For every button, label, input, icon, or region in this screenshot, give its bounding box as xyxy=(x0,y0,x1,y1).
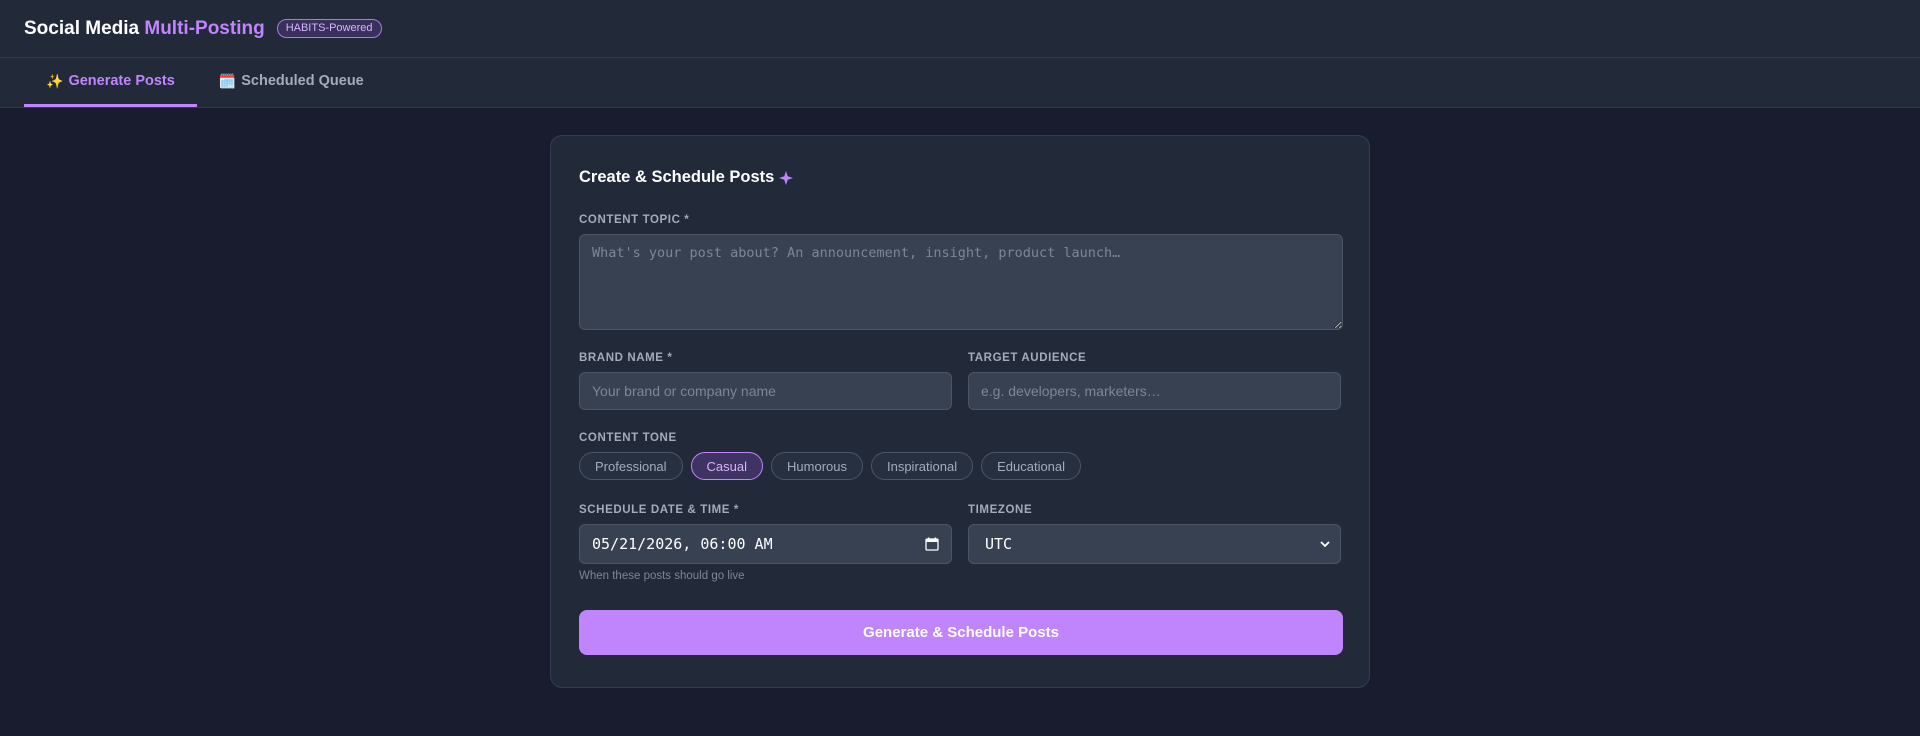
calendar-icon: 🗓️ xyxy=(218,72,237,89)
calendar-icon[interactable] xyxy=(925,537,939,551)
target-audience-input[interactable] xyxy=(968,372,1341,410)
card-title-text: Create & Schedule Posts xyxy=(579,168,775,186)
app-header: Social Media Multi-Posting HABITS-Powere… xyxy=(0,0,1920,58)
sparkles-icon: ✨ xyxy=(46,72,64,89)
timezone-value: UTC xyxy=(985,535,1013,553)
tab-label: Scheduled Queue xyxy=(241,73,364,89)
app-title: Social Media Multi-Posting xyxy=(24,18,265,40)
topic-field: CONTENT TOPIC * xyxy=(579,214,1343,335)
timezone-select[interactable]: UTC xyxy=(968,524,1341,564)
schedule-datetime-input[interactable]: 05/21/2026, 06:00 AM xyxy=(579,524,952,564)
brand-name-input[interactable] xyxy=(579,372,952,410)
audience-label: TARGET AUDIENCE xyxy=(968,352,1087,364)
tone-field: CONTENT TONE Professional Casual Humorou… xyxy=(579,432,1082,480)
tone-casual-button[interactable]: Casual xyxy=(690,452,764,480)
tone-options: Professional Casual Humorous Inspiration… xyxy=(579,452,1082,480)
powered-badge: HABITS-Powered xyxy=(276,19,382,38)
chevron-down-icon xyxy=(1320,541,1330,548)
tone-label: CONTENT TONE xyxy=(579,432,677,444)
brand-label: BRAND NAME * xyxy=(579,352,673,364)
schedule-label: SCHEDULE DATE & TIME * xyxy=(579,504,739,516)
tab-generate-posts[interactable]: ✨ Generate Posts xyxy=(24,58,197,107)
tone-educational-button[interactable]: Educational xyxy=(981,452,1082,480)
audience-field: TARGET AUDIENCE xyxy=(968,352,1341,410)
tone-professional-button[interactable]: Professional xyxy=(579,452,683,480)
sparkle-icon xyxy=(779,170,794,185)
app-title-accent: Multi-Posting xyxy=(144,17,265,39)
tab-bar: ✨ Generate Posts 🗓️ Scheduled Queue xyxy=(0,58,1920,108)
tone-inspirational-button[interactable]: Inspirational xyxy=(870,452,974,480)
generate-schedule-button[interactable]: Generate & Schedule Posts xyxy=(579,610,1343,655)
app-title-main: Social Media xyxy=(24,17,145,39)
tone-humorous-button[interactable]: Humorous xyxy=(771,452,863,480)
timezone-label: TIMEZONE xyxy=(968,504,1033,516)
schedule-hint: When these posts should go live xyxy=(579,570,745,582)
topic-label: CONTENT TOPIC * xyxy=(579,214,690,226)
card-title: Create & Schedule Posts xyxy=(579,168,1341,187)
schedule-field: SCHEDULE DATE & TIME * 05/21/2026, 06:00… xyxy=(579,504,952,582)
timezone-field: TIMEZONE UTC xyxy=(968,504,1341,564)
create-posts-card: Create & Schedule Posts CONTENT TOPIC * … xyxy=(550,135,1370,688)
tab-label: Generate Posts xyxy=(68,73,175,89)
brand-field: BRAND NAME * xyxy=(579,352,952,410)
schedule-datetime-value: 05/21/2026, 06:00 AM xyxy=(592,535,773,553)
tab-scheduled-queue[interactable]: 🗓️ Scheduled Queue xyxy=(197,58,386,107)
topic-textarea[interactable] xyxy=(579,234,1343,330)
